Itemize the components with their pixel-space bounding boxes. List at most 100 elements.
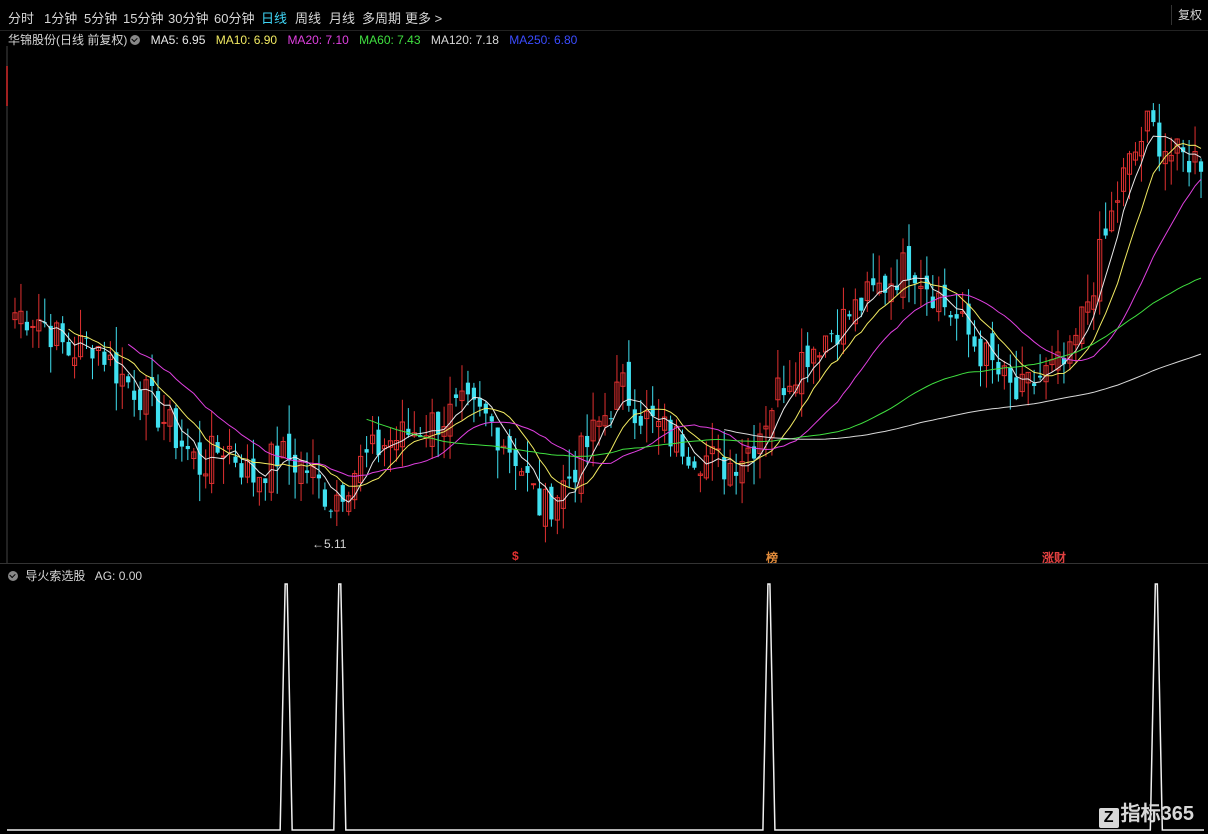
candle	[173, 404, 178, 460]
candle	[918, 259, 924, 307]
candle	[185, 428, 190, 461]
candle	[1126, 150, 1133, 200]
candle	[906, 224, 912, 303]
candle	[507, 429, 512, 474]
candle	[495, 427, 500, 479]
candle	[829, 329, 834, 343]
candle	[614, 355, 620, 410]
candle	[48, 313, 53, 373]
candle	[1073, 328, 1079, 363]
candle	[1019, 346, 1025, 397]
period-day[interactable]: 日线	[261, 8, 287, 27]
candle	[525, 441, 530, 492]
candle-body	[1008, 367, 1013, 383]
candle	[90, 344, 95, 380]
candle	[501, 439, 507, 455]
candle	[1103, 202, 1108, 239]
pane-divider[interactable]	[0, 563, 1208, 564]
candle	[1192, 126, 1198, 175]
ma20-label: MA20: 7.10	[287, 33, 349, 47]
tag-dollar[interactable]: $	[512, 549, 519, 563]
candle	[287, 405, 292, 485]
candle-body	[287, 433, 292, 461]
period-30min[interactable]: 30分钟	[168, 8, 208, 27]
candle	[942, 268, 947, 316]
candle	[280, 436, 286, 459]
signal-indicator-chart[interactable]	[0, 582, 1208, 832]
candle-body	[608, 418, 614, 420]
candle	[1008, 354, 1013, 410]
candle-body	[477, 397, 482, 407]
candle	[1144, 110, 1150, 143]
candle	[328, 509, 333, 519]
candle	[1187, 139, 1192, 187]
candle	[1025, 371, 1031, 406]
candle	[966, 289, 971, 358]
candle	[77, 309, 84, 360]
period-week[interactable]: 周线	[295, 8, 321, 27]
candle	[364, 436, 369, 468]
candle-body	[489, 416, 494, 422]
candle	[680, 429, 685, 465]
candle-body	[328, 510, 333, 512]
period-15min[interactable]: 15分钟	[123, 8, 163, 27]
candle	[745, 438, 751, 472]
sub-indicator-value: AG: 0.00	[94, 569, 143, 583]
candle	[816, 352, 823, 381]
main-legend: 华锦股份(日线 前复权) MA5: 6.95 MA10: 6.90 MA20: …	[8, 31, 584, 47]
candle-body	[161, 421, 167, 424]
candle	[429, 398, 435, 460]
candle	[734, 453, 739, 495]
candle	[638, 399, 643, 435]
candle-body	[465, 382, 471, 395]
candle	[626, 340, 631, 412]
candle	[656, 399, 662, 455]
candle	[894, 259, 900, 295]
period-5min[interactable]: 5分钟	[84, 8, 117, 27]
candle	[930, 275, 935, 309]
ma250-label: MA250: 6.80	[509, 33, 578, 47]
candle-body	[847, 314, 852, 317]
candle-body	[686, 456, 691, 466]
candle	[978, 330, 983, 387]
candle	[787, 360, 793, 395]
candle-body	[364, 449, 369, 453]
period-60min[interactable]: 60分钟	[214, 8, 254, 27]
adjust-button[interactable]: 复权	[1171, 5, 1208, 25]
candle	[811, 346, 817, 384]
watermark-text: 指标365	[1120, 803, 1194, 825]
candle-body	[537, 488, 542, 516]
candle-body	[829, 333, 834, 335]
candle	[644, 389, 650, 443]
period-more[interactable]: 更多 >	[405, 8, 442, 27]
candle-body	[239, 463, 244, 478]
period-fenshi[interactable]: 分时	[8, 8, 34, 27]
candle	[107, 341, 113, 367]
candle	[1138, 126, 1145, 182]
candle	[316, 455, 322, 499]
candle-body	[906, 246, 912, 280]
candle-body	[304, 470, 310, 473]
candle	[161, 395, 167, 441]
sub-indicator-name: 导火索选股	[25, 569, 86, 583]
candle	[1001, 360, 1007, 390]
candle	[549, 483, 554, 527]
candle-body	[24, 321, 29, 331]
period-month[interactable]: 月线	[329, 8, 355, 27]
settings-check-icon[interactable]	[130, 35, 141, 45]
candle	[54, 320, 60, 351]
candle	[143, 375, 149, 441]
candle	[757, 422, 763, 479]
candle	[399, 399, 405, 467]
candle	[1114, 181, 1121, 223]
candle	[18, 283, 24, 339]
candle	[167, 400, 173, 443]
period-1min[interactable]: 1分钟	[44, 8, 77, 27]
candlestick-chart[interactable]	[0, 46, 1208, 563]
candle-body	[138, 389, 143, 411]
candle-body	[132, 390, 137, 400]
candle-body	[1187, 160, 1192, 173]
period-multi[interactable]: 多周期	[362, 8, 401, 27]
sub-settings-check-icon[interactable]	[8, 571, 18, 581]
candle-body	[692, 461, 697, 468]
